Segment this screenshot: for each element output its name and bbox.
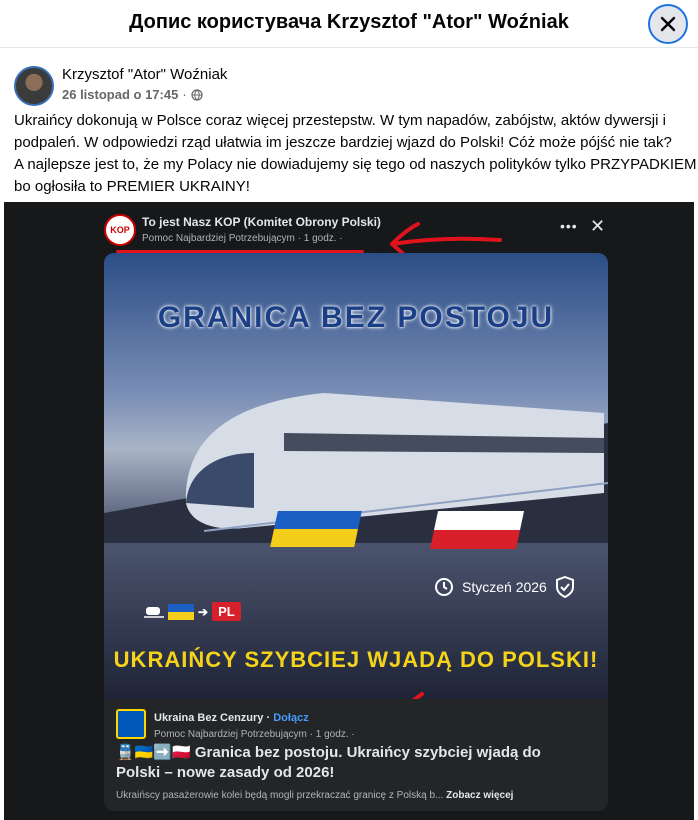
poster-bottom-text: UKRAIŃCY SZYBCIEJ WJADĄ DO POLSKI! [113, 647, 599, 672]
pl-badge: PL [212, 602, 241, 621]
shield-icon [555, 576, 574, 598]
link-headline: 🚆🇺🇦➡️🇵🇱 Granica bez postoju. Ukraińcy sz… [116, 743, 586, 783]
poster-date-label: Styczeń 2026 [462, 579, 547, 595]
shared-page-name: To jest Nasz KOP (Komitet Obrony Polski) [142, 215, 381, 229]
poster-date: Styczeń 2026 [434, 576, 575, 598]
poster-image: GRANICA BEZ POSTOJU Styczeń 2026 ➔ PL UK… [104, 253, 608, 699]
close-button[interactable] [648, 4, 688, 44]
poland-flag [429, 511, 525, 549]
see-more-link: Zobacz więcej [446, 790, 514, 801]
link-snippet: Ukraińscy pasażerowie kolei będą mogli p… [116, 790, 586, 801]
separator: · [182, 87, 187, 102]
arrow-icon: ➔ [198, 604, 209, 619]
shared-post-meta: Pomoc Najbardziej Potrzebującym · 1 godz… [142, 233, 343, 244]
more-options-icon: ••• [560, 218, 578, 234]
poster-title: GRANICA BEZ POSTOJU [157, 301, 555, 334]
source-logo [116, 709, 146, 739]
post-line: bo ogłosiła to PREMIER UKRAINY! [14, 178, 250, 195]
close-icon [660, 16, 676, 32]
avatar[interactable] [14, 66, 54, 106]
dialog-header: Допис користувача Krzysztof "Ator" Woźni… [0, 0, 698, 48]
ua-mini-flag [168, 603, 194, 620]
post-line: A najlepsze jest to, że my Polacy nie do… [14, 156, 698, 173]
link-preview-card: Ukraina Bez Cenzury · Dołącz Pomoc Najba… [104, 699, 608, 811]
source-meta: Pomoc Najbardziej Potrzebującym · 1 godz… [154, 729, 355, 740]
close-icon: ✕ [590, 216, 606, 236]
post-line: Ukraińcy dokonują w Polsce coraz więcej … [14, 112, 666, 129]
clock-icon [435, 578, 453, 596]
emoji-icons: 🚆🇺🇦➡️🇵🇱 [116, 744, 195, 761]
ukraine-flag [270, 511, 362, 547]
post-text: Ukraińcy dokonują w Polsce coraz więcej … [14, 110, 698, 198]
train-small-icon [144, 606, 164, 618]
author-name[interactable]: Krzysztof "Ator" Woźniak [62, 66, 227, 83]
page-logo: KOP [104, 214, 136, 246]
post-line: podpaleń. W odpowiedzi rząd ułatwia im j… [14, 134, 672, 151]
route-indicator: ➔ PL [144, 602, 241, 621]
post-date[interactable]: 26 listopad o 17:45 [62, 87, 178, 102]
join-link: Dołącz [273, 712, 309, 724]
source-title: Ukraina Bez Cenzury [154, 712, 264, 724]
globe-icon[interactable] [191, 88, 203, 101]
shared-post-header: KOP To jest Nasz KOP (Komitet Obrony Pol… [104, 210, 614, 250]
snippet-text: Ukraińscy pasażerowie kolei będą mogli p… [116, 790, 444, 801]
source-name: Ukraina Bez Cenzury · Dołącz [154, 712, 309, 724]
shared-screenshot[interactable]: KOP To jest Nasz KOP (Komitet Obrony Pol… [4, 202, 694, 820]
post-meta: 26 listopad o 17:45 · [62, 87, 203, 102]
dialog-title: Допис користувача Krzysztof "Ator" Woźni… [129, 11, 569, 33]
